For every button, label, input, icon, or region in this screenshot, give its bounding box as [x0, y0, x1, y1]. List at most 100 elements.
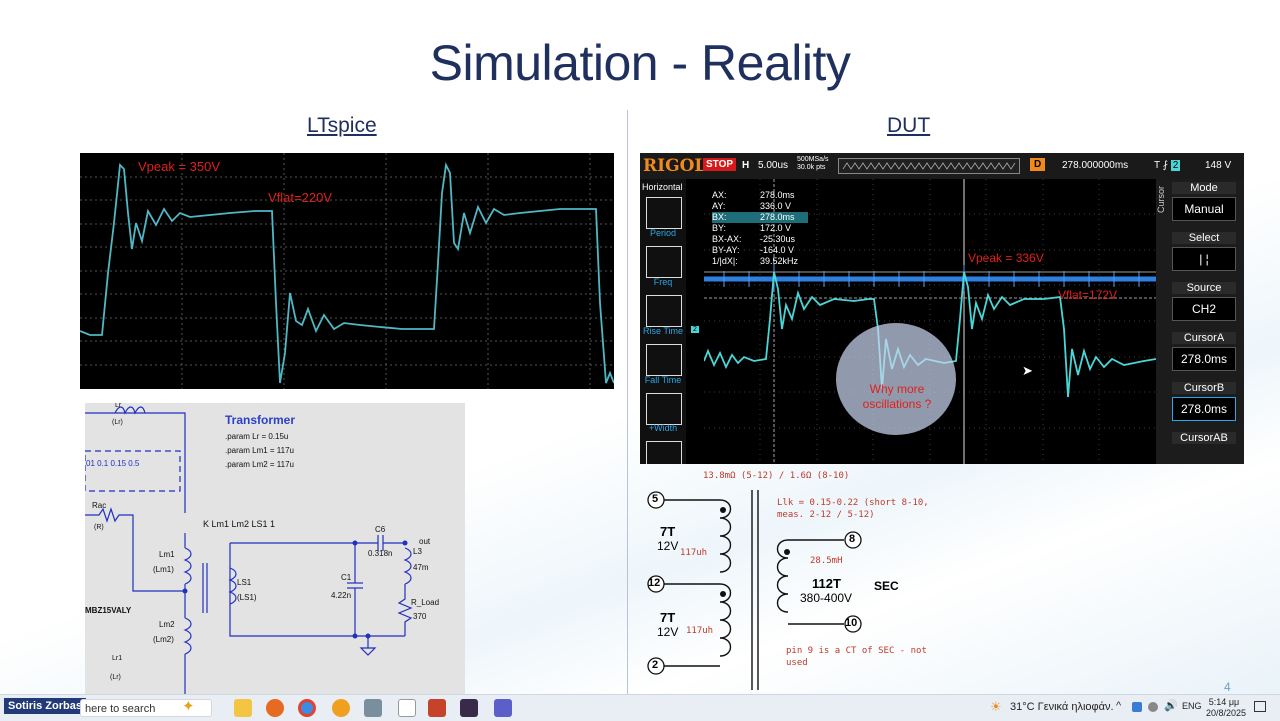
menu-source[interactable]: Source CH2 [1172, 282, 1236, 330]
param-lm2: .param Lm2 = 117u [225, 460, 295, 469]
dut-heading: DUT [887, 114, 931, 137]
document-icon[interactable] [398, 699, 416, 717]
scope-vflat-label: Vflat=172V [1058, 288, 1118, 302]
pin-2: 2 [652, 659, 659, 671]
measure-fall-time[interactable]: Fall Time [640, 375, 686, 385]
ltspice-icon[interactable] [460, 699, 478, 717]
browser-icon[interactable] [332, 699, 350, 717]
scope-vpeak-label: Vpeak = 336V [968, 251, 1044, 265]
param-lm1: .param Lm1 = 117u [225, 446, 295, 455]
primary2-inductance: 117uh [686, 626, 714, 636]
readout-row: AX: 278.0ms [712, 190, 795, 200]
delay-label: D [1030, 158, 1046, 171]
pin-8: 8 [849, 533, 856, 545]
leakage-line-2: meas. 2-12 / 5-12) [777, 510, 875, 520]
readout-row: AY: 336.0 V [712, 201, 792, 211]
weather-text[interactable]: 31°C Γενικά ηλιοφάν. [1010, 701, 1114, 713]
language-indicator[interactable]: ENG [1182, 701, 1202, 711]
label-lm2: Lm2 [159, 620, 175, 629]
delay-value: 278.000000ms [1062, 160, 1129, 171]
app-icon[interactable] [364, 699, 382, 717]
ct-note: pin 9 is a CT of SEC - not used [786, 645, 927, 669]
memory-bar[interactable] [838, 158, 1020, 174]
ct-note-line-1: pin 9 is a CT of SEC - not [786, 646, 927, 656]
menu-select[interactable]: Select | ¦ [1172, 232, 1236, 280]
clock-time: 5:14 μμ [1208, 697, 1240, 707]
ltspice-vflat-label: Vflat=220V [268, 190, 332, 205]
ltspice-schematic: Transformer .param Lr = 0.15u .param Lm1… [85, 403, 465, 694]
measure-period[interactable]: Period [640, 228, 686, 238]
trigger-level: 148 V [1205, 160, 1232, 171]
chrome-icon[interactable] [298, 699, 316, 717]
duty-icon[interactable] [646, 441, 682, 464]
annotation-text: Why more oscillations ? [836, 382, 958, 412]
user-name-tag: Sotiris Zorbas [4, 698, 86, 714]
notifications-icon[interactable] [1254, 701, 1266, 712]
label-l3-val: 47m [413, 563, 429, 572]
label-lm1-val: (Lm1) [153, 565, 174, 574]
readout-row: BX: 278.0ms [712, 212, 808, 223]
teams-icon[interactable] [494, 699, 512, 717]
powerpoint-icon[interactable] [428, 699, 446, 717]
tray-app-icon[interactable] [1132, 702, 1142, 712]
label-out: out [419, 537, 431, 546]
annotation-line-1: Why more [869, 382, 925, 396]
label-c6: C6 [375, 525, 386, 534]
readout-row: BY-AY: -164.0 V [712, 245, 795, 255]
annotation-line-2: oscillations ? [862, 397, 932, 411]
readout-row: BY: 172.0 V [712, 223, 792, 233]
freq-icon[interactable] [646, 246, 682, 278]
label-lm2-val: (Lm2) [153, 635, 174, 644]
schematic-title: Transformer [225, 413, 296, 427]
network-icon[interactable] [1148, 702, 1158, 712]
readout-row: BX-AX: -25.30us [712, 234, 796, 244]
rise-time-icon[interactable] [646, 295, 682, 327]
transformer-diagram: 13.8mΩ (5-12) / 1.6Ω (8-10) Llk = 0.15-0… [640, 468, 960, 694]
slide-title: Simulation - Reality [429, 35, 851, 91]
ltspice-heading: LTspice [307, 114, 377, 137]
primary1-turns: 7T [660, 524, 676, 539]
run-state-badge[interactable]: STOP [703, 158, 737, 171]
file-explorer-icon[interactable] [234, 699, 252, 717]
menu-cursor-b[interactable]: CursorB 278.0ms [1172, 382, 1236, 430]
timebase-label: H [742, 160, 750, 171]
taskbar: Sotiris Zorbas here to search ✦ ☀ 31°C Γ… [0, 694, 1280, 721]
firefox-icon[interactable] [266, 699, 284, 717]
label-rac: Rac [92, 501, 107, 510]
menu-mode[interactable]: Mode Manual [1172, 182, 1236, 230]
ltspice-waveform-plot: Vpeak = 350V Vflat=220V [79, 153, 615, 389]
cursor-readouts: AX: 278.0ms AY: 336.0 V BX: 278.0ms BY: 172.… [712, 190, 808, 267]
label-lr-val: (Lr) [112, 419, 123, 426]
period-icon[interactable] [646, 197, 682, 229]
schematic-coupling: K Lm1 Lm2 LS1 1 [203, 519, 276, 529]
measure-rise-time[interactable]: Rise Time [640, 326, 686, 336]
fall-time-icon[interactable] [646, 344, 682, 376]
search-highlight-icon[interactable]: ✦ [182, 697, 195, 715]
primary2-voltage: 12V [657, 625, 679, 639]
weather-icon[interactable]: ☀ [990, 699, 1002, 715]
tray-chevron-icon[interactable]: ^ [1116, 700, 1121, 712]
measure-width[interactable]: +Width [640, 423, 686, 433]
label-rload: R_Load [411, 598, 440, 607]
label-rac-val: (R) [94, 524, 104, 531]
ch2-marker: 2 [691, 326, 699, 333]
annotation-bubble [836, 323, 956, 435]
sample-rate: 500MSa/s [797, 156, 829, 163]
column-divider [627, 110, 628, 694]
schematic-sweep: 01 0.1 0.15 0.5 [86, 459, 140, 468]
width-icon[interactable] [646, 393, 682, 425]
winding-resistance: 13.8mΩ (5-12) / 1.6Ω (8-10) [703, 471, 850, 481]
pin-10: 10 [845, 617, 858, 629]
label-ls1-val: (LS1) [237, 593, 257, 602]
rigol-logo: RIGOL [643, 156, 707, 176]
menu-cursor-a[interactable]: CursorA 278.0ms [1172, 332, 1236, 380]
menu-cursor-ab[interactable]: CursorAB [1172, 432, 1236, 462]
measure-freq[interactable]: Freq [640, 277, 686, 287]
volume-icon[interactable]: 🔊 [1164, 699, 1178, 712]
clock[interactable]: 5:14 μμ 20/8/2025 [1206, 697, 1246, 719]
primary1-voltage: 12V [657, 539, 679, 553]
label-c1: C1 [341, 573, 352, 582]
mouse-pointer-icon: ➤ [1022, 363, 1033, 378]
primary1-inductance: 117uh [680, 548, 708, 558]
leakage-note: Llk = 0.15-0.22 (short 8-10, meas. 2-12 … [777, 497, 929, 521]
